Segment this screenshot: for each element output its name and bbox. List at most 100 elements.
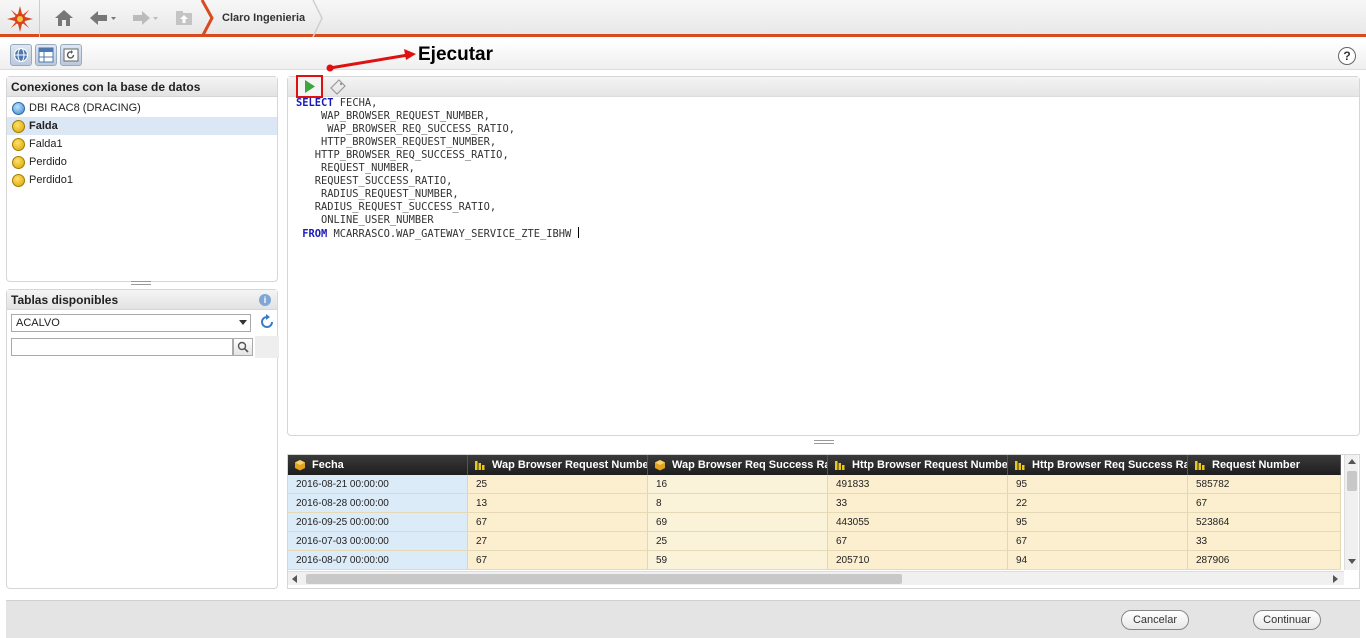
sql-line: HTTP_BROWSER_REQUEST_NUMBER, xyxy=(296,136,579,149)
table-cell[interactable]: 22 xyxy=(1008,494,1188,512)
table-cell[interactable]: 2016-08-21 00:00:00 xyxy=(288,475,468,493)
table-cell[interactable]: 287906 xyxy=(1188,551,1341,569)
connection-globe-button[interactable] xyxy=(10,44,32,66)
table-cell[interactable]: 27 xyxy=(468,532,648,550)
table-cell[interactable]: 67 xyxy=(1188,494,1341,512)
sql-line: REQUEST_NUMBER, xyxy=(296,162,579,175)
grid-column-header[interactable]: Http Browser Req Success Rat xyxy=(1008,455,1188,475)
refresh-icon[interactable] xyxy=(259,314,275,330)
refresh-view-button[interactable] xyxy=(60,44,82,66)
sql-text: ONLINE_USER_NUMBER xyxy=(296,214,434,226)
table-cell[interactable]: 67 xyxy=(828,532,1008,550)
table-cell[interactable]: 205710 xyxy=(828,551,1008,569)
table-cell[interactable]: 523864 xyxy=(1188,513,1341,531)
back-button[interactable] xyxy=(88,6,118,30)
connection-item[interactable]: Falda xyxy=(7,117,277,135)
search-button[interactable] xyxy=(233,338,253,356)
vertical-scrollbar[interactable] xyxy=(1344,455,1358,570)
scroll-up-icon[interactable] xyxy=(1348,459,1356,464)
grid-column-header[interactable]: Request Number xyxy=(1188,455,1341,475)
table-cell[interactable]: 33 xyxy=(828,494,1008,512)
eraser-tag-icon[interactable] xyxy=(330,79,346,95)
help-button[interactable]: ? xyxy=(1338,47,1356,65)
table-search-input[interactable] xyxy=(11,338,233,356)
scroll-down-icon[interactable] xyxy=(1348,559,1356,564)
table-cell[interactable]: 585782 xyxy=(1188,475,1341,493)
connection-label: Perdido1 xyxy=(29,174,74,186)
sql-line: RADIUS_REQUEST_NUMBER, xyxy=(296,188,579,201)
up-button[interactable] xyxy=(172,6,196,30)
table-cell[interactable]: 67 xyxy=(1008,532,1188,550)
continue-button[interactable]: Continuar xyxy=(1253,610,1321,630)
database-icon xyxy=(12,137,25,151)
table-cell[interactable]: 25 xyxy=(648,532,828,550)
forward-button[interactable] xyxy=(130,6,160,30)
breadcrumb-current[interactable]: Claro Ingenieria xyxy=(222,12,305,24)
table-cell[interactable]: 25 xyxy=(468,475,648,493)
connection-item[interactable]: Perdido1 xyxy=(7,171,277,189)
table-cell[interactable]: 443055 xyxy=(828,513,1008,531)
grid-column-header[interactable]: Wap Browser Req Success Rat xyxy=(648,455,828,475)
table-cell[interactable]: 69 xyxy=(648,513,828,531)
table-cell[interactable]: 67 xyxy=(468,513,648,531)
sql-text: REQUEST_SUCCESS_RATIO, xyxy=(296,175,453,187)
home-button[interactable] xyxy=(52,6,76,30)
scroll-right-icon[interactable] xyxy=(1333,575,1338,583)
cancel-button[interactable]: Cancelar xyxy=(1121,610,1189,630)
table-row[interactable]: 2016-08-07 00:00:00 67 59 205710 94 287906 xyxy=(288,551,1341,570)
table-grid-icon xyxy=(38,47,54,63)
app-logo[interactable] xyxy=(0,0,40,37)
table-cell[interactable]: 8 xyxy=(648,494,828,512)
connection-label: Falda1 xyxy=(29,138,63,150)
sql-text: RADIUS_REQUEST_NUMBER, xyxy=(296,188,459,200)
sql-text: HTTP_BROWSER_REQ_SUCCESS_RATIO, xyxy=(296,149,509,161)
table-cell[interactable]: 16 xyxy=(648,475,828,493)
annotation-arrow xyxy=(326,49,416,72)
connection-item[interactable]: DBI RAC8 (DRACING) xyxy=(7,99,277,117)
table-cell[interactable]: 95 xyxy=(1008,475,1188,493)
horizontal-scroll-thumb[interactable] xyxy=(306,574,902,584)
table-cell[interactable]: 94 xyxy=(1008,551,1188,569)
table-row[interactable]: 2016-09-25 00:00:00 67 69 443055 95 523864 xyxy=(288,513,1341,532)
sql-keyword: FROM xyxy=(296,228,328,240)
table-row[interactable]: 2016-07-03 00:00:00 27 25 67 67 33 xyxy=(288,532,1341,551)
grid-column-header[interactable]: Fecha xyxy=(288,455,468,475)
connection-item[interactable]: Falda1 xyxy=(7,135,277,153)
scroll-left-icon[interactable] xyxy=(292,575,297,583)
breadcrumb-end-icon xyxy=(312,0,323,37)
connection-label: Falda xyxy=(29,120,58,132)
annotation-label: Ejecutar xyxy=(418,44,493,65)
table-cell[interactable]: 2016-09-25 00:00:00 xyxy=(288,513,468,531)
table-row[interactable]: 2016-08-21 00:00:00 25 16 491833 95 585782 xyxy=(288,475,1341,494)
table-cell[interactable]: 33 xyxy=(1188,532,1341,550)
table-cell[interactable]: 2016-08-28 00:00:00 xyxy=(288,494,468,512)
vertical-scroll-thumb[interactable] xyxy=(1347,471,1357,491)
top-bar: Claro Ingenieria xyxy=(0,0,1366,37)
editor-splitter-handle[interactable] xyxy=(814,440,834,444)
sql-line: WAP_BROWSER_REQUEST_NUMBER, xyxy=(296,110,579,123)
table-cell[interactable]: 59 xyxy=(648,551,828,569)
panel-splitter-handle[interactable] xyxy=(131,281,151,285)
table-cell[interactable]: 95 xyxy=(1008,513,1188,531)
bar-chart-icon xyxy=(475,461,485,470)
table-cell[interactable]: 67 xyxy=(468,551,648,569)
table-row[interactable]: 2016-08-28 00:00:00 13 8 33 22 67 xyxy=(288,494,1341,513)
grid-column-header[interactable]: Http Browser Request Number xyxy=(828,455,1008,475)
horizontal-scrollbar[interactable] xyxy=(288,571,1344,585)
grid-column-label: Wap Browser Request Number xyxy=(492,459,648,471)
connection-item[interactable]: Perdido xyxy=(7,153,277,171)
table-cell[interactable]: 2016-07-03 00:00:00 xyxy=(288,532,468,550)
table-cell[interactable]: 491833 xyxy=(828,475,1008,493)
schema-select[interactable]: ACALVO xyxy=(11,314,251,332)
table-view-button[interactable] xyxy=(35,44,57,66)
play-icon xyxy=(304,80,315,93)
execute-button[interactable] xyxy=(296,75,323,98)
tables-title: Tablas disponibles xyxy=(7,290,277,310)
table-cell[interactable]: 2016-08-07 00:00:00 xyxy=(288,551,468,569)
connection-label: Perdido xyxy=(29,156,67,168)
secondary-toolbar: ? xyxy=(0,40,1366,70)
grid-column-header[interactable]: Wap Browser Request Number xyxy=(468,455,648,475)
info-icon[interactable]: i xyxy=(259,294,271,306)
table-cell[interactable]: 13 xyxy=(468,494,648,512)
sql-editor-textarea[interactable]: SELECT FECHA, WAP_BROWSER_REQUEST_NUMBER… xyxy=(296,97,579,241)
